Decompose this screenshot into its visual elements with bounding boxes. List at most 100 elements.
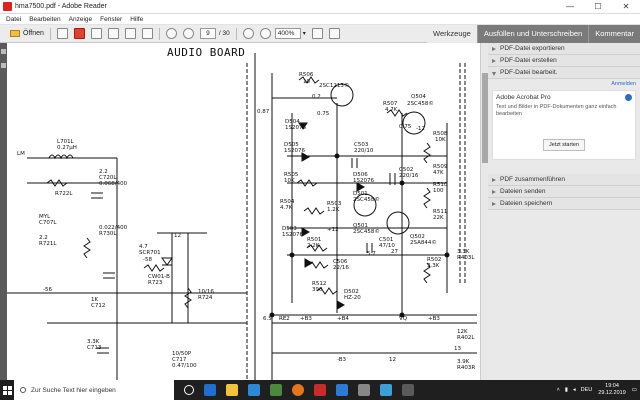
minimize-button[interactable]: — (556, 0, 584, 14)
zoom-out-icon[interactable] (242, 28, 254, 39)
schematic-label: 1S2076 (285, 125, 306, 131)
edit-pdf-icon[interactable] (73, 28, 85, 39)
tools-panel: PDF-Datei exportieren PDF-Datei erstelle… (488, 43, 640, 380)
comment-button[interactable]: Kommentar (588, 25, 640, 43)
language-indicator[interactable]: DEU (581, 387, 593, 393)
schematic-label: +B3 (428, 316, 440, 322)
notifications-icon[interactable]: ▭ (632, 387, 637, 393)
menu-fenster[interactable]: Fenster (100, 16, 122, 23)
search-icon (20, 387, 26, 393)
document-view[interactable]: AUDIO BOARD R506 10 2SC1213© 0.87 0.2 0.… (7, 43, 480, 380)
taskbar-search-input[interactable]: Zur Suche Text hier eingeben (14, 380, 174, 400)
start-now-button[interactable]: Jetzt starten (543, 139, 585, 151)
schematic-label: 220/10 (354, 148, 374, 154)
schematic-label: R724 (198, 295, 213, 301)
schematic-label: SCR701 (139, 250, 161, 256)
panel-section-create[interactable]: PDF-Datei erstellen (488, 55, 640, 67)
adobe-reader-icon (3, 2, 12, 11)
toolbar-separator (49, 27, 51, 40)
tray-expand-icon[interactable]: ˄ (557, 387, 560, 393)
schematic-label: 2SC458© (353, 228, 380, 235)
zoom-dropdown-icon[interactable]: ▾ (303, 30, 306, 37)
schematic-label: 0.75 (399, 124, 412, 130)
fill-sign-button[interactable]: Ausfüllen und Unterschreiben (476, 25, 589, 43)
schematic-label: -58 (143, 257, 152, 263)
open-button[interactable]: Öffnen (10, 30, 44, 37)
page-down-icon[interactable] (182, 28, 194, 39)
tools-button[interactable]: Werkzeuge (427, 25, 477, 43)
schematic-label: 0.068/400 (99, 181, 128, 187)
page-number-input[interactable]: 9 (199, 28, 216, 39)
sign-icon[interactable] (328, 28, 340, 39)
schematic-label: 12 (389, 357, 396, 363)
schematic-label: 47K (433, 170, 444, 176)
adobe-reader-taskbar-icon[interactable] (314, 384, 326, 396)
toolbar-separator (158, 27, 160, 40)
schematic-label: 1S2076 (282, 232, 303, 238)
toolbar-right: Werkzeuge Ausfüllen und Unterschreiben K… (427, 25, 640, 43)
page-fit-icon[interactable] (311, 28, 323, 39)
acrobat-title: Adobe Acrobat Pro (496, 94, 551, 101)
schematic-drawing: R506102SC1213©0.870.20.75R5074.7KQ5042SC… (7, 53, 477, 380)
app4-icon[interactable] (402, 384, 414, 396)
upload-icon[interactable] (90, 28, 102, 39)
acrobat-description: Text und Bilder in PDF-Dokumenten ganz e… (496, 104, 617, 117)
panel-section-send[interactable]: Dateien senden (488, 186, 640, 198)
store-icon[interactable] (248, 384, 260, 396)
app-icon[interactable] (270, 384, 282, 396)
schematic-label: 0.47/100 (172, 363, 197, 369)
menu-hilfe[interactable]: Hilfe (130, 16, 143, 23)
clock[interactable]: 19:04 29.12.2019 (598, 383, 626, 397)
schematic-label: R506 (299, 72, 314, 78)
zoom-in-icon[interactable] (259, 28, 271, 39)
app2-icon[interactable] (358, 384, 370, 396)
open-label: Öffnen (23, 30, 44, 37)
acrobat-promo: Adobe Acrobat Pro Text und Bilder in PDF… (492, 90, 636, 160)
close-button[interactable]: ✕ (612, 0, 640, 14)
network-icon[interactable]: ▮ (565, 387, 568, 393)
signin-link[interactable]: Anmelden (488, 79, 640, 88)
panel-section-combine[interactable]: PDF zusammenführen (488, 174, 640, 186)
panel-section-edit[interactable]: PDF-Datei bearbeit. (488, 67, 640, 79)
edit-pdf-icon (625, 94, 632, 101)
schematic-label: +12 (327, 227, 339, 233)
volume-icon[interactable]: ◂ (573, 387, 576, 393)
schematic-label: R402L (457, 335, 475, 341)
panel-section-export[interactable]: PDF-Datei exportieren (488, 43, 640, 55)
schematic-label: -B3 (337, 357, 347, 363)
schematic-label: 10K (284, 178, 295, 184)
page-thumbnails-icon[interactable] (1, 49, 6, 54)
schematic-label: 1S2076 (284, 148, 305, 154)
firefox-icon[interactable] (292, 384, 304, 396)
zoom-input[interactable]: 400% (274, 28, 301, 39)
save-icon[interactable] (107, 28, 119, 39)
attachments-icon[interactable] (1, 63, 6, 68)
schematic-label: R730L (99, 231, 117, 237)
edge-icon[interactable] (204, 384, 216, 396)
folder-icon (10, 30, 20, 37)
print-icon[interactable] (124, 28, 136, 39)
schematic-label: R722L (55, 191, 73, 197)
menu-anzeige[interactable]: Anzeige (69, 16, 93, 23)
menu-bearbeiten[interactable]: Bearbeiten (29, 16, 60, 23)
panel-section-store[interactable]: Dateien speichern (488, 198, 640, 210)
schematic-label: 22K (433, 215, 444, 221)
schematic-label: 0.75 (317, 111, 330, 117)
maximize-button[interactable]: ☐ (584, 0, 612, 14)
file-explorer-icon[interactable] (226, 384, 238, 396)
app3-icon[interactable] (380, 384, 392, 396)
start-button[interactable] (0, 380, 14, 400)
create-pdf-icon[interactable] (56, 28, 68, 39)
schematic-label: 4.7K (280, 205, 293, 211)
email-icon[interactable] (141, 28, 153, 39)
taskbar: Zur Suche Text hier eingeben ˄ ▮ ◂ DEU 1… (0, 380, 640, 400)
schematic-label: R403R (457, 365, 475, 371)
menu-datei[interactable]: Datei (6, 16, 21, 23)
word-icon[interactable] (336, 384, 348, 396)
schematic-label: +B3 (300, 316, 312, 322)
page-up-icon[interactable] (165, 28, 177, 39)
page-total: / 30 (218, 30, 230, 37)
task-view-icon[interactable] (184, 385, 194, 395)
vertical-scrollbar[interactable] (480, 43, 488, 380)
search-placeholder: Zur Suche Text hier eingeben (31, 386, 116, 394)
